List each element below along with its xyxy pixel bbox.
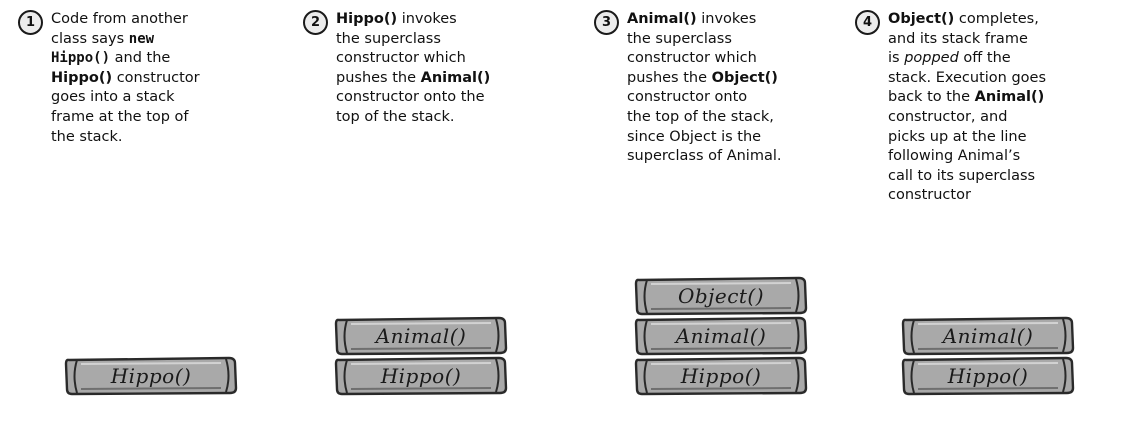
description-text: back to the [888,89,975,106]
description-text: Hippo() [51,69,113,86]
stack-frame: Hippo() [900,355,1076,397]
description-text: Hippo() [51,50,111,67]
step-number-badge: 1 [18,10,43,35]
description-line: constructor which [627,49,842,69]
description-line: Hippo() constructor [51,69,266,89]
description-text: Object() [888,11,955,27]
stack-frame-label: Animal() [942,324,1034,348]
step-description: Object() completes, and its stack frame is… [888,10,1103,206]
description-line: Animal() invokes [627,10,842,30]
description-text: invokes [696,11,757,27]
description-line: goes into a stack [51,88,266,108]
description-line: pushes the Animal() [336,69,551,89]
stack-frame-label: Animal() [375,324,467,348]
description-text: goes into a stack [51,89,175,106]
description-text: Hippo() [336,11,398,27]
description-line: superclass of Animal. [627,147,842,167]
description-text: pushes the [336,69,421,86]
description-line: the stack. [51,128,266,148]
description-line: Hippo() and the [51,49,266,69]
description-text: superclass of Animal. [627,148,782,165]
description-text: constructor [888,187,971,204]
description-text: Animal() [420,69,491,86]
description-text: top of the stack. [336,108,455,125]
description-line: constructor which [336,49,551,69]
description-line: following Animal’s [888,147,1103,167]
description-line: stack. Execution goes [888,69,1103,89]
description-text: class says [51,30,129,47]
description-line: the top of the stack, [627,108,842,128]
description-line: constructor [888,186,1103,206]
step-number-badge: 4 [855,10,880,35]
description-line: Object() completes, [888,10,1103,30]
stack-frame-label: Animal() [675,324,767,348]
description-text: completes, [954,11,1039,27]
description-text: frame at the top of [51,108,189,125]
description-text: off the [958,50,1011,67]
stack-frame-label: Hippo() [680,364,762,388]
stack-frame: Hippo() [333,355,509,397]
description-text: Animal() [627,11,697,27]
description-text: pushes the [627,69,712,86]
description-line: and its stack frame [888,30,1103,50]
description-text: Object() [711,69,778,86]
description-text: call to its superclass [888,167,1036,184]
description-line: top of the stack. [336,108,551,128]
description-text: invokes [397,11,457,27]
description-text: stack. Execution goes [888,69,1047,86]
description-text: constructor which [336,50,466,67]
description-text: popped [904,50,959,67]
description-line: the superclass [336,30,551,50]
description-text: and its stack frame [888,30,1028,47]
stack-frame: Hippo() [633,355,809,397]
stack-frame: Animal() [333,315,509,357]
description-text: Animal() [974,89,1045,106]
description-text: since Object is the [627,128,762,145]
description-text: the stack. [51,128,123,145]
stack-frame: Animal() [633,315,809,357]
stack-frame: Hippo() [63,355,239,397]
description-line: constructor onto the [336,88,551,108]
description-line: constructor, and [888,108,1103,128]
description-line: frame at the top of [51,108,266,128]
description-text: constructor onto the [336,89,485,106]
stack-frame-label: Object() [677,284,765,308]
description-line: back to the Animal() [888,88,1103,108]
stack-frame-label: Hippo() [110,364,192,388]
step-number-badge: 2 [303,10,328,35]
description-line: call to its superclass [888,167,1103,187]
description-text: Code from another [51,11,188,27]
description-text: the top of the stack, [627,108,774,125]
stack-frame: Animal() [900,315,1076,357]
step-description: Animal() invokes the superclass constructo… [627,10,842,167]
stack-frame-label: Hippo() [947,364,1029,388]
description-text: constructor, and [888,108,1008,125]
description-text: constructor which [627,50,757,67]
description-text: constructor [112,69,200,86]
stack-frame-label: Hippo() [380,364,462,388]
description-text: picks up at the line [888,128,1027,145]
description-text: is [888,50,905,67]
description-line: the superclass [627,30,842,50]
description-text: constructor onto [627,89,748,106]
description-line: since Object is the [627,128,842,148]
description-line: picks up at the line [888,128,1103,148]
description-text: the superclass [627,30,732,47]
description-text: the superclass [336,30,441,47]
step-description: Code from another class says new Hippo() a… [51,10,266,147]
description-line: class says new [51,30,266,50]
description-text: and the [110,50,171,67]
description-line: is popped off the [888,49,1103,69]
description-line: Hippo() invokes [336,10,551,30]
description-line: Code from another [51,10,266,30]
description-text: following Animal’s [888,148,1021,165]
step-number-badge: 3 [594,10,619,35]
stack-frame: Object() [633,275,809,317]
step-description: Hippo() invokes the superclass constructor… [336,10,551,128]
description-line: constructor onto [627,88,842,108]
description-text: new [128,30,155,47]
description-line: pushes the Object() [627,69,842,89]
